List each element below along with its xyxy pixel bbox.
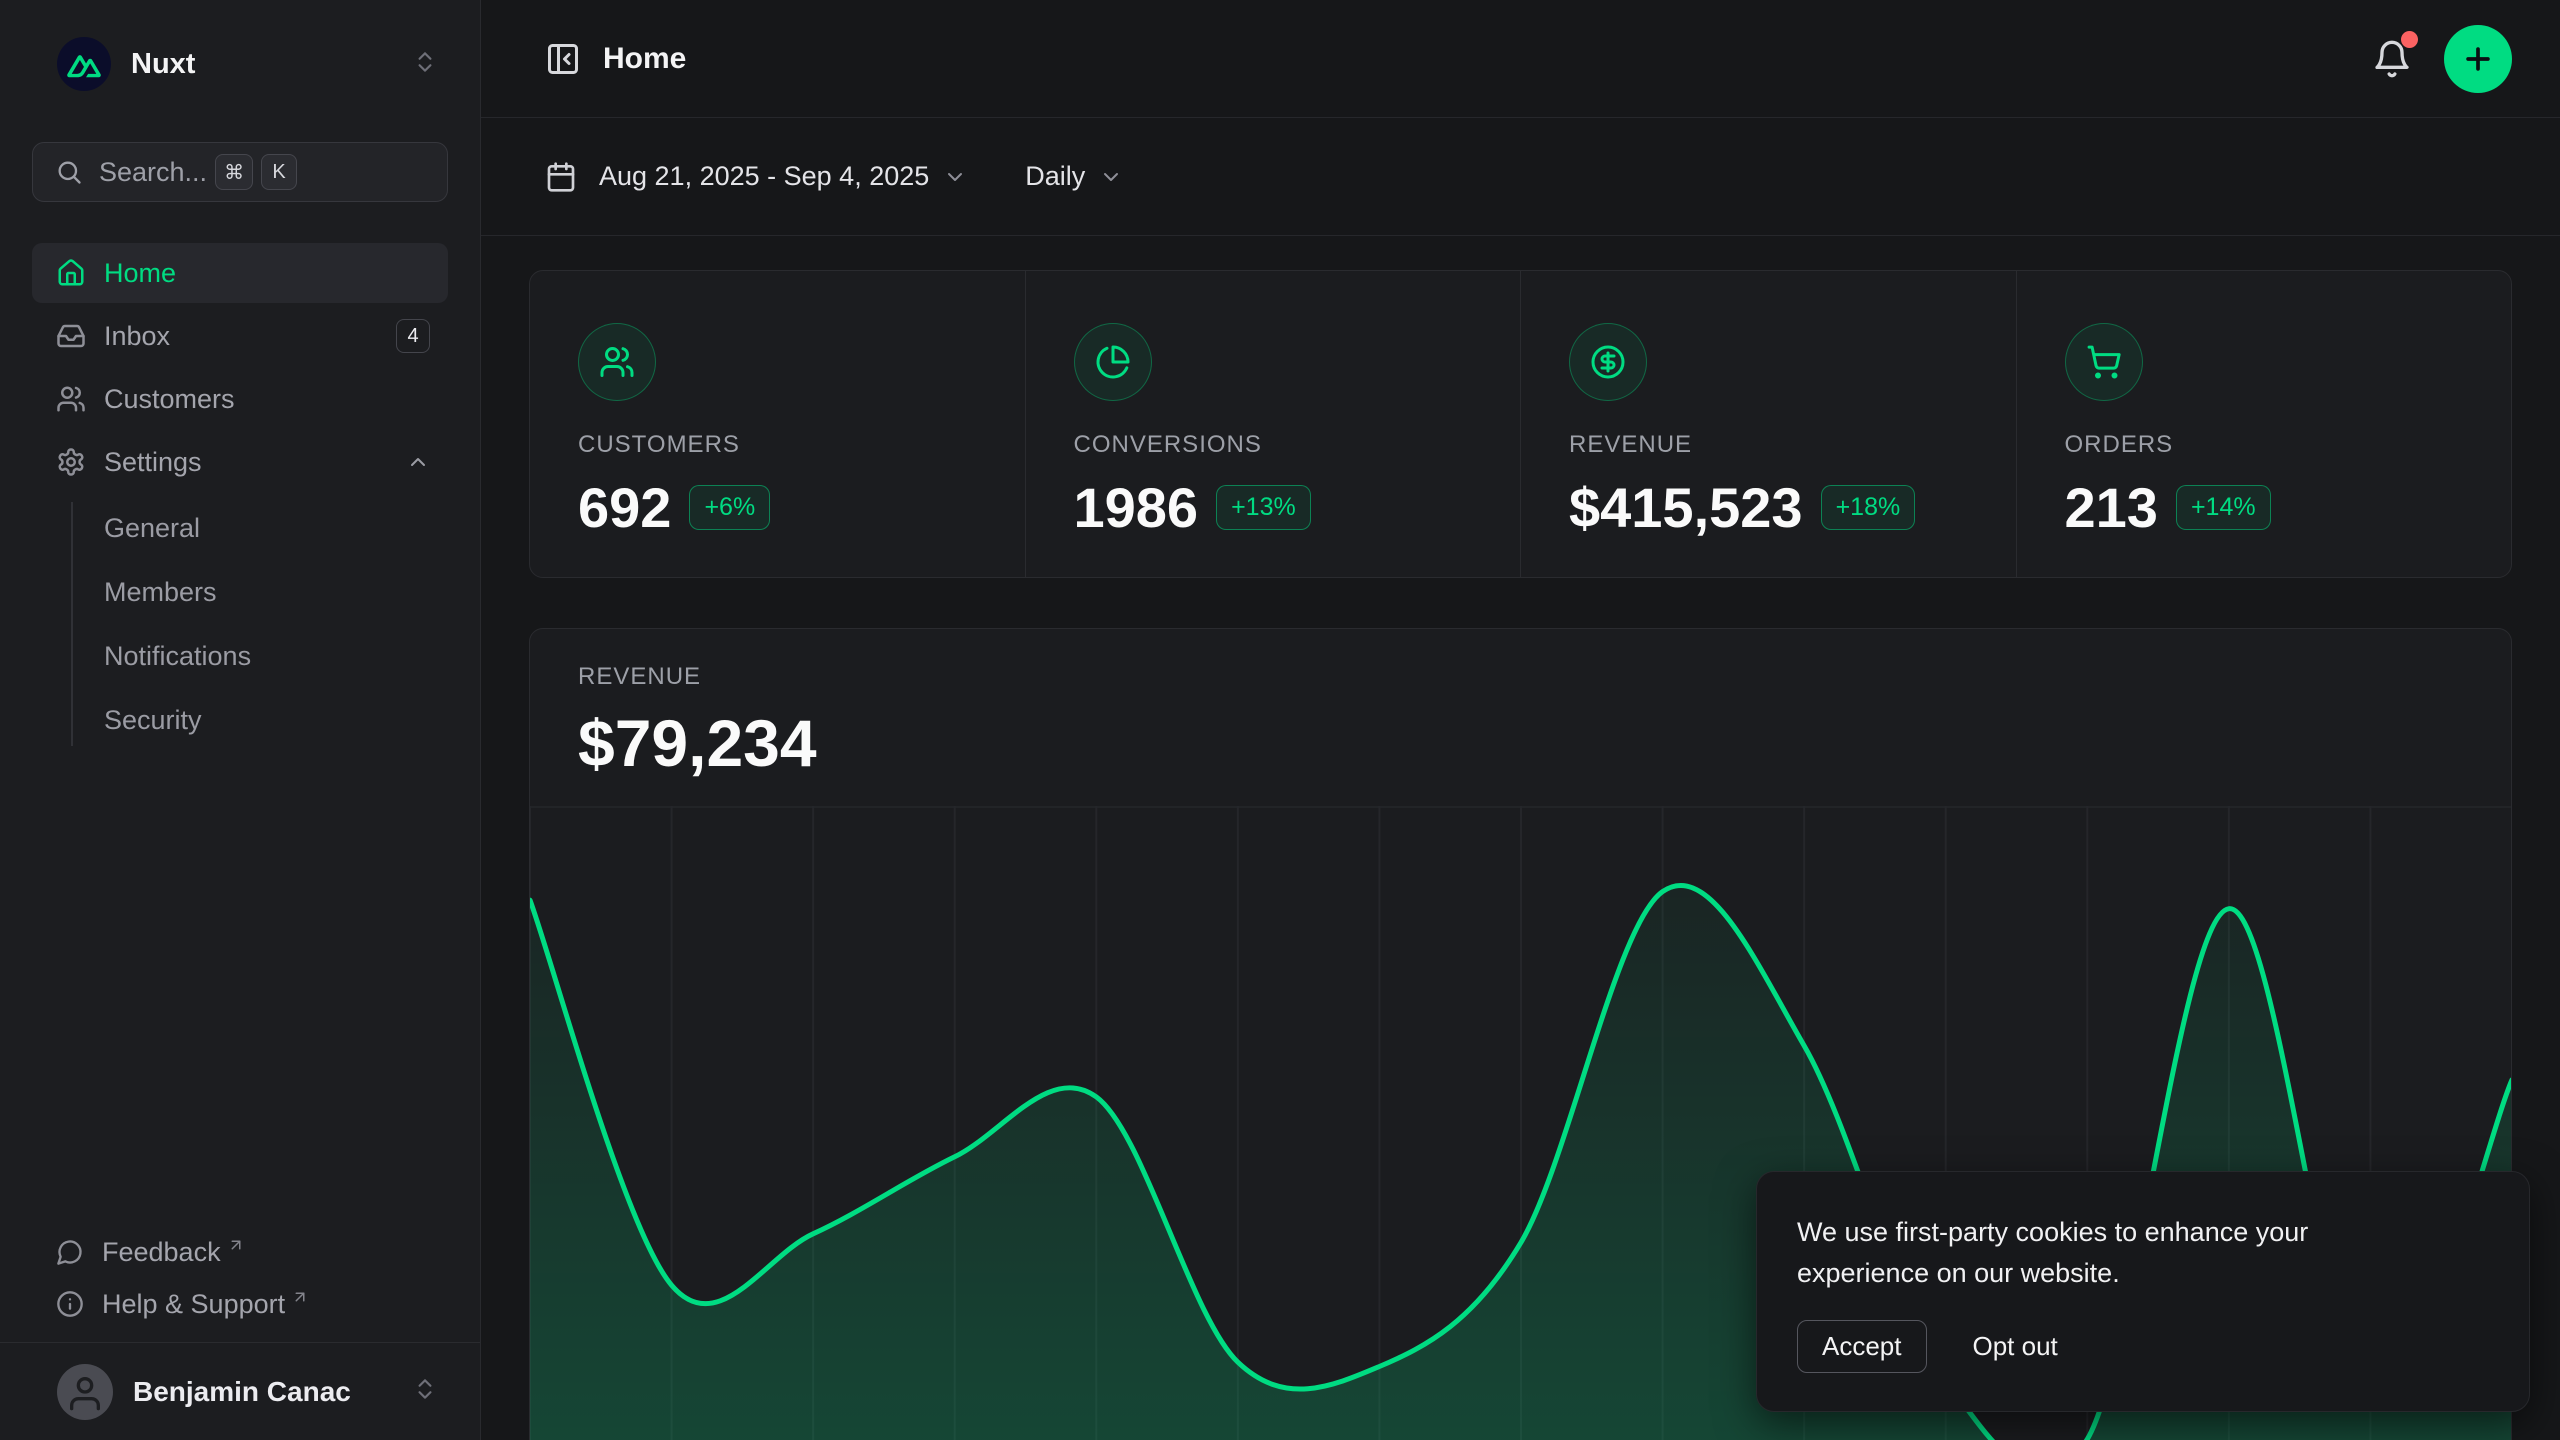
avatar: [57, 1364, 113, 1420]
sidebar: Nuxt Search... ⌘ K Home: [0, 0, 481, 1440]
collapse-sidebar-button[interactable]: [545, 41, 581, 77]
stat-label: REVENUE: [1569, 431, 2016, 459]
date-range-value: Aug 21, 2025 - Sep 4, 2025: [599, 161, 929, 192]
notification-dot: [2401, 31, 2418, 48]
revenue-value: $79,234: [578, 705, 2463, 781]
external-link-icon: [291, 1288, 309, 1306]
users-icon: [56, 384, 86, 414]
chevrons-up-down-icon: [412, 1376, 438, 1407]
help-support-label: Help & Support: [102, 1289, 285, 1320]
cookie-message: We use first-party cookies to enhance yo…: [1797, 1212, 2422, 1294]
pie-chart-icon: [1074, 323, 1152, 401]
period-value: Daily: [1025, 161, 1085, 192]
sidebar-item-label: Inbox: [104, 321, 170, 352]
stat-delta-badge: +6%: [689, 485, 770, 530]
stat-label: CUSTOMERS: [578, 431, 1025, 459]
cart-icon: [2065, 323, 2143, 401]
chevrons-up-down-icon: [412, 49, 438, 80]
sidebar-item-general[interactable]: General: [32, 496, 448, 560]
calendar-icon: [545, 161, 577, 193]
home-icon: [56, 258, 86, 288]
inbox-icon: [56, 321, 86, 351]
feedback-label: Feedback: [102, 1237, 221, 1268]
sidebar-item-home[interactable]: Home: [32, 243, 448, 303]
nuxt-logo-icon: [57, 37, 111, 91]
page-title: Home: [603, 42, 686, 76]
stat-label: ORDERS: [2065, 431, 2512, 459]
kbd-k: K: [261, 154, 297, 190]
external-link-icon: [227, 1236, 245, 1254]
feedback-link[interactable]: Feedback: [32, 1226, 448, 1278]
search-input[interactable]: Search... ⌘ K: [32, 142, 448, 202]
stat-orders[interactable]: ORDERS 213 +14%: [2016, 271, 2512, 577]
page-header: Home: [481, 0, 2560, 118]
chevron-down-icon: [1099, 165, 1123, 189]
cookie-banner: We use first-party cookies to enhance yo…: [1756, 1171, 2530, 1412]
stat-customers[interactable]: CUSTOMERS 692 +6%: [530, 271, 1025, 577]
sidebar-item-inbox[interactable]: Inbox 4: [32, 306, 448, 366]
stat-value: 1986: [1074, 475, 1199, 540]
team-name: Nuxt: [131, 48, 195, 81]
filters-toolbar: Aug 21, 2025 - Sep 4, 2025 Daily: [481, 118, 2560, 236]
chevron-down-icon: [943, 165, 967, 189]
stat-value: 213: [2065, 475, 2158, 540]
settings-subnav: General Members Notifications Security: [32, 496, 448, 752]
sidebar-item-settings[interactable]: Settings: [32, 432, 448, 492]
sidebar-item-security[interactable]: Security: [32, 688, 448, 752]
notifications-button[interactable]: [2368, 35, 2416, 83]
stat-delta-badge: +18%: [1821, 485, 1916, 530]
info-icon: [56, 1290, 84, 1318]
users-icon: [578, 323, 656, 401]
sidebar-item-label: Settings: [104, 447, 202, 478]
revenue-label: REVENUE: [578, 663, 2463, 691]
gear-icon: [56, 447, 86, 477]
help-support-link[interactable]: Help & Support: [32, 1278, 448, 1330]
sidebar-item-label: Customers: [104, 384, 235, 415]
sidebar-item-label: Home: [104, 258, 176, 289]
stat-label: CONVERSIONS: [1074, 431, 1521, 459]
stat-delta-badge: +13%: [1216, 485, 1311, 530]
stat-delta-badge: +14%: [2176, 485, 2271, 530]
opt-out-button[interactable]: Opt out: [1973, 1331, 2058, 1362]
period-select[interactable]: Daily: [1025, 161, 1123, 192]
team-switcher[interactable]: Nuxt: [32, 32, 448, 96]
stat-value: 692: [578, 475, 671, 540]
chevron-up-icon: [406, 450, 430, 474]
stat-conversions[interactable]: CONVERSIONS 1986 +13%: [1025, 271, 1521, 577]
sidebar-footer: Feedback Help & Support: [32, 1226, 448, 1330]
user-name: Benjamin Canac: [133, 1376, 351, 1408]
inbox-count-badge: 4: [396, 319, 430, 353]
stat-revenue[interactable]: REVENUE $415,523 +18%: [1520, 271, 2016, 577]
message-bubble-icon: [56, 1238, 84, 1266]
sidebar-item-customers[interactable]: Customers: [32, 369, 448, 429]
app-root: Nuxt Search... ⌘ K Home: [0, 0, 2560, 1440]
sidebar-item-notifications[interactable]: Notifications: [32, 624, 448, 688]
stats-card: CUSTOMERS 692 +6% CONVERSIONS 1986 +13%: [529, 270, 2512, 578]
user-menu[interactable]: Benjamin Canac: [0, 1342, 480, 1440]
subnav-guide-line: [71, 502, 73, 746]
dollar-circle-icon: [1569, 323, 1647, 401]
kbd-meta: ⌘: [215, 154, 253, 190]
date-range-picker[interactable]: Aug 21, 2025 - Sep 4, 2025: [545, 161, 967, 193]
stat-value: $415,523: [1569, 475, 1803, 540]
search-icon: [55, 158, 83, 186]
sidebar-nav: Home Inbox 4 Customers Settings: [32, 243, 448, 495]
search-placeholder: Search...: [99, 157, 207, 188]
sidebar-item-members[interactable]: Members: [32, 560, 448, 624]
accept-button[interactable]: Accept: [1797, 1320, 1927, 1373]
add-button[interactable]: [2444, 25, 2512, 93]
